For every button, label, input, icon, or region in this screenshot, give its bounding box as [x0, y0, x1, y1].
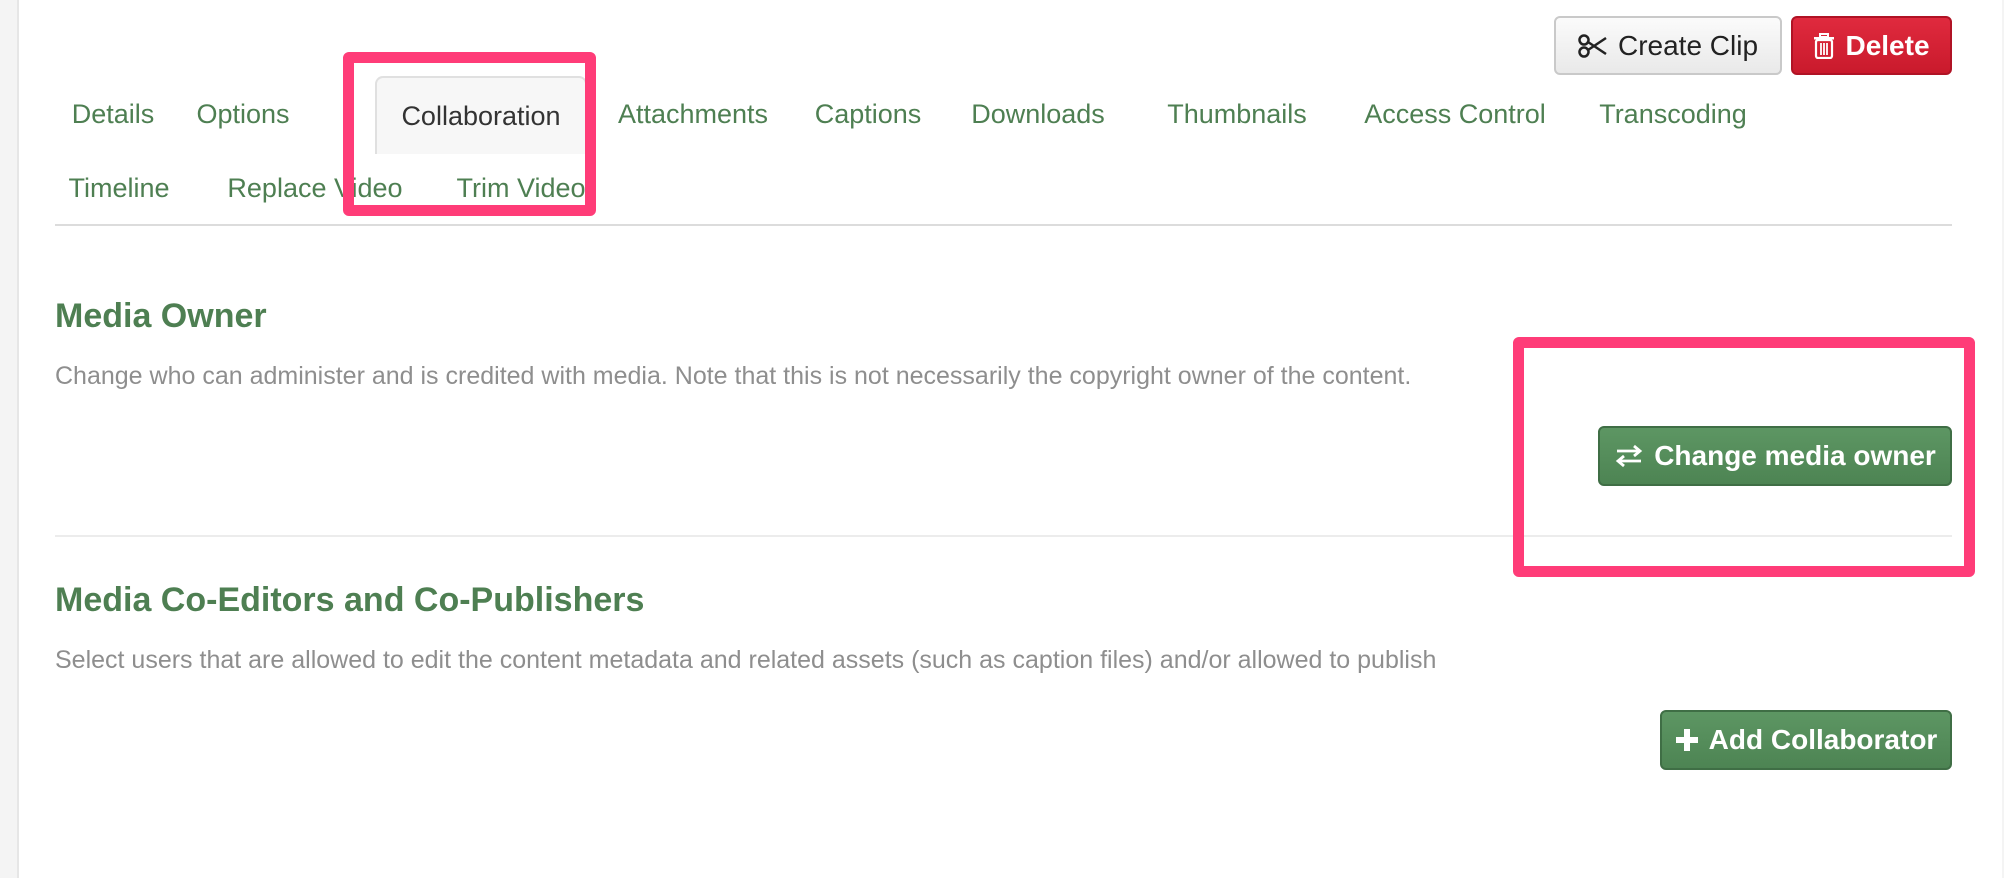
tab-label: Replace Video — [227, 172, 403, 203]
tab-label: Trim Video — [456, 172, 586, 203]
tab-access-control[interactable]: Access Control — [1353, 78, 1557, 150]
section-divider — [55, 535, 1952, 537]
tab-label: Downloads — [971, 98, 1105, 129]
tab-label: Access Control — [1364, 98, 1546, 129]
tab-collaboration[interactable]: Collaboration — [375, 76, 587, 154]
tab-label: Captions — [814, 98, 922, 129]
tab-label: Collaboration — [401, 100, 561, 131]
tab-thumbnails[interactable]: Thumbnails — [1157, 78, 1317, 150]
change-media-owner-button[interactable]: Change media owner — [1598, 426, 1952, 486]
tab-replace-video[interactable]: Replace Video — [219, 152, 411, 224]
tab-label: Transcoding — [1599, 98, 1747, 129]
create-clip-button[interactable]: Create Clip — [1554, 16, 1782, 75]
tab-captions[interactable]: Captions — [803, 78, 933, 150]
tab-label: Options — [196, 98, 290, 129]
tab-label: Details — [71, 98, 155, 129]
tab-details[interactable]: Details — [55, 78, 171, 150]
scissors-icon — [1578, 33, 1608, 59]
media-edit-page: Create Clip Delete Details Options Colla… — [17, 0, 2002, 878]
tab-trim-video[interactable]: Trim Video — [447, 152, 595, 224]
tab-options[interactable]: Options — [183, 78, 303, 150]
media-owner-description: Change who can administer and is credite… — [55, 362, 1412, 390]
tab-downloads[interactable]: Downloads — [961, 78, 1115, 150]
add-collaborator-button[interactable]: Add Collaborator — [1660, 710, 1952, 770]
delete-button[interactable]: Delete — [1791, 16, 1952, 75]
co-editors-title: Media Co-Editors and Co-Publishers — [55, 581, 645, 619]
plus-icon — [1675, 728, 1699, 752]
tab-timeline[interactable]: Timeline — [55, 152, 183, 224]
delete-label: Delete — [1845, 29, 1930, 61]
trash-icon — [1813, 32, 1835, 59]
change-media-owner-label: Change media owner — [1654, 440, 1936, 471]
tabs-underline — [55, 224, 1952, 226]
tab-label: Thumbnails — [1167, 98, 1307, 129]
tab-transcoding[interactable]: Transcoding — [1587, 78, 1759, 150]
media-owner-title: Media Owner — [55, 297, 267, 335]
media-tabs: Details Options Collaboration Attachment… — [55, 72, 1955, 227]
tab-attachments[interactable]: Attachments — [603, 78, 783, 150]
swap-arrows-icon — [1614, 444, 1644, 468]
co-editors-description: Select users that are allowed to edit th… — [55, 646, 1437, 674]
tab-label: Attachments — [617, 98, 769, 129]
add-collaborator-label: Add Collaborator — [1708, 724, 1938, 755]
create-clip-label: Create Clip — [1617, 29, 1759, 61]
tab-label: Timeline — [68, 172, 170, 203]
